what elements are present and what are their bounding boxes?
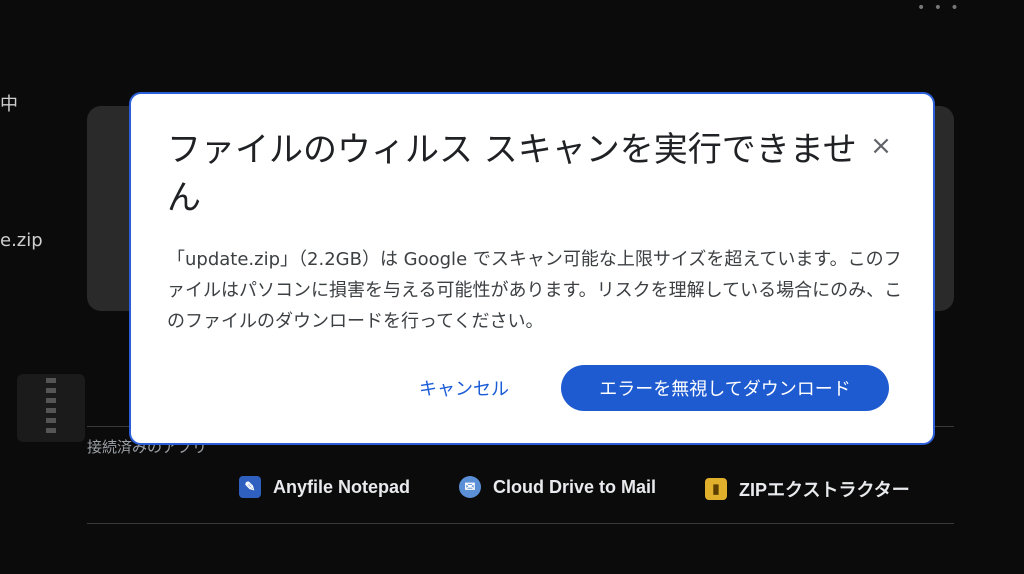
zip-file-icon — [17, 374, 85, 442]
cancel-button[interactable]: キャンセル — [399, 366, 529, 410]
app-item-zip-extractor[interactable]: ▮ ZIPエクストラクター — [705, 476, 910, 502]
app-label: ZIPエクストラクター — [739, 480, 910, 500]
close-icon[interactable]: × — [869, 133, 893, 159]
download-anyway-button[interactable]: エラーを無視してダウンロード — [561, 365, 889, 411]
app-item-anyfile-notepad[interactable]: ✎ Anyfile Notepad — [239, 476, 410, 498]
background-filename-text: e.zip — [0, 230, 43, 251]
zip-extractor-app-icon: ▮ — [705, 478, 727, 500]
mail-app-icon: ✉ — [459, 476, 481, 498]
app-label: Anyfile Notepad — [273, 476, 411, 497]
virus-scan-warning-dialog: ファイルのウィルス スキャンを実行できません × 「update.zip」（2.… — [129, 92, 935, 445]
dialog-title: ファイルのウィルス スキャンを実行できません — [167, 130, 857, 218]
app-item-cloud-drive-to-mail[interactable]: ✉ Cloud Drive to Mail — [459, 476, 656, 498]
background-partial-text: 中 — [0, 94, 18, 115]
more-horizontal-icon[interactable]: • • • — [917, 0, 961, 16]
divider — [87, 523, 954, 524]
notepad-app-icon: ✎ — [239, 476, 261, 498]
app-label: Cloud Drive to Mail — [493, 476, 657, 497]
dialog-message: 「update.zip」（2.2GB）は Google でスキャン可能な上限サイ… — [167, 249, 903, 332]
